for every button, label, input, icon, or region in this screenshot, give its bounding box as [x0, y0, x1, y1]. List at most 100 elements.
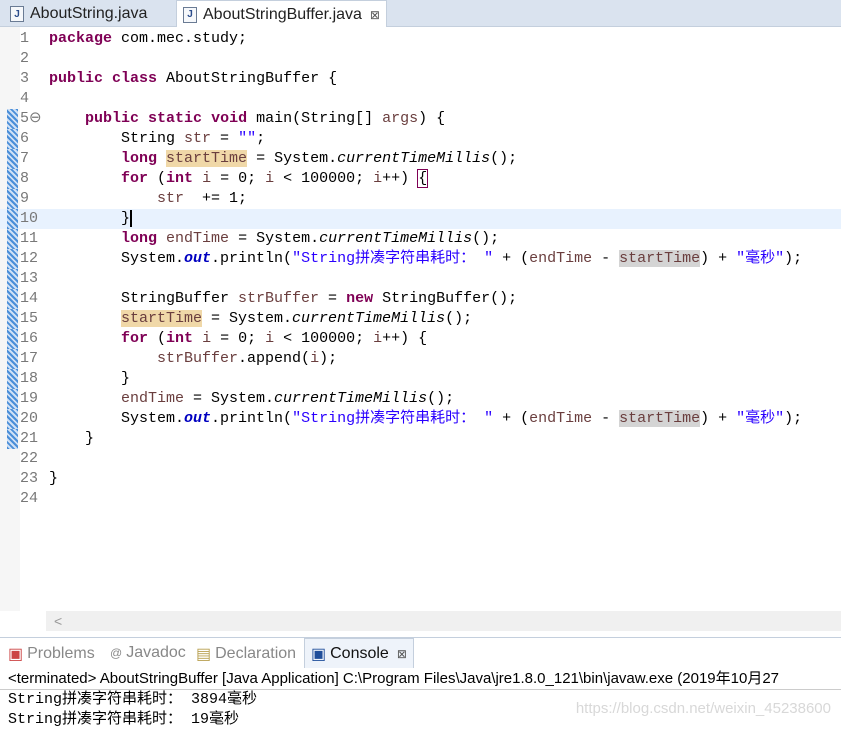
code-token: } [49, 210, 133, 227]
tab-declaration[interactable]: ▤ Declaration [196, 644, 296, 664]
code-token: i [265, 330, 275, 347]
code-token: = System. [184, 390, 275, 407]
change-marker [7, 269, 18, 289]
line-number: 21 [20, 430, 39, 447]
code-line[interactable]: 7 long startTime = System.currentTimeMil… [0, 149, 841, 169]
close-icon[interactable]: ⊠ [397, 647, 407, 661]
code-token: static [148, 110, 203, 127]
code-token: - [592, 410, 620, 427]
code-token: { [417, 169, 429, 188]
code-line[interactable]: 19 endTime = System.currentTimeMillis(); [0, 389, 841, 409]
code-line[interactable]: 2 [0, 49, 841, 69]
code-text: public class AboutStringBuffer { [49, 69, 337, 89]
code-token: ) + [700, 250, 737, 267]
code-line[interactable]: 18 } [0, 369, 841, 389]
code-token: new [346, 290, 374, 307]
tab-aboutstringbuffer[interactable]: J AboutStringBuffer.java ⊠ [176, 0, 387, 28]
line-number: 1 [20, 30, 30, 47]
code-token: for [121, 330, 149, 347]
tab-label: AboutStringBuffer.java [203, 5, 362, 23]
code-editor[interactable]: 1 package com.mec.study; 2 3 public class Ab… [0, 27, 841, 611]
code-line[interactable]: 6 String str = ""; [0, 129, 841, 149]
code-line[interactable]: 22 [0, 449, 841, 469]
code-line[interactable]: 17 strBuffer.append(i); [0, 349, 841, 369]
code-text: long startTime = System.currentTimeMilli… [49, 149, 517, 169]
code-text: for (int i = 0; i < 100000; i++) { [49, 169, 429, 189]
code-token: "毫秒" [736, 410, 785, 427]
code-line[interactable]: 10 } [0, 209, 841, 229]
code-token: long [121, 230, 158, 247]
code-token: AboutStringBuffer { [157, 70, 338, 87]
code-token: com.mec.study; [112, 30, 248, 47]
code-line[interactable]: 8 for (int i = 0; i < 100000; i++) { [0, 169, 841, 189]
code-line[interactable]: 16 for (int i = 0; i < 100000; i++) { [0, 329, 841, 349]
console-output[interactable]: <terminated> AboutStringBuffer [Java App… [0, 668, 841, 729]
code-line[interactable]: 4 [0, 89, 841, 109]
tab-label: Declaration [215, 645, 297, 662]
line-number: 7 [20, 150, 30, 167]
code-line[interactable]: 15 startTime = System.currentTimeMillis(… [0, 309, 841, 329]
code-line[interactable]: 12 System.out.println("String拼凑字符串耗时： " … [0, 249, 841, 269]
horizontal-scrollbar[interactable]: < [46, 611, 841, 631]
code-token: ; [256, 130, 266, 147]
code-token: (); [427, 390, 455, 407]
code-line[interactable]: 11 long endTime = System.currentTimeMill… [0, 229, 841, 249]
code-token: .println( [211, 410, 293, 427]
line-number: 4 [20, 90, 30, 107]
code-line[interactable]: 23} [0, 469, 841, 489]
code-token: - [592, 250, 620, 267]
code-token: package [49, 30, 113, 47]
code-token: < 100000; [274, 330, 374, 347]
code-line[interactable]: 20 System.out.println("String拼凑字符串耗时： " … [0, 409, 841, 429]
code-token: out [184, 250, 212, 267]
code-token: startTime [166, 150, 248, 167]
change-marker [7, 189, 18, 209]
code-line[interactable]: 14 StringBuffer strBuffer = new StringBu… [0, 289, 841, 309]
code-token: endTime [166, 230, 230, 247]
tab-label: Problems [27, 645, 95, 662]
tab-label: AboutString.java [30, 5, 148, 22]
line-number: 9 [20, 190, 30, 207]
code-token: = [319, 290, 347, 307]
line-number: 5⊖ [20, 110, 42, 127]
code-token: "String拼凑字符串耗时： " [292, 250, 494, 267]
code-token: startTime [619, 250, 701, 267]
code-text: strBuffer.append(i); [49, 349, 337, 369]
problems-icon: ▣ [8, 646, 24, 663]
tab-javadoc[interactable]: @ Javadoc [110, 644, 186, 662]
code-token: for [121, 170, 149, 187]
code-line[interactable]: 3 public class AboutStringBuffer { [0, 69, 841, 89]
code-token: startTime [121, 310, 203, 327]
line-number: 17 [20, 350, 39, 367]
code-token: = System. [229, 230, 320, 247]
code-token: (); [445, 310, 473, 327]
line-number: 2 [20, 50, 30, 67]
code-token: i [202, 330, 212, 347]
line-number: 11 [20, 230, 39, 247]
code-line[interactable]: 13 [0, 269, 841, 289]
code-token: ); [784, 410, 803, 427]
code-text: for (int i = 0; i < 100000; i++) { [49, 329, 427, 349]
tab-problems[interactable]: ▣ Problems [8, 644, 95, 664]
tab-console[interactable]: ▣ Console ⊠ [304, 638, 414, 669]
scroll-left-icon[interactable]: < [54, 613, 62, 629]
code-line[interactable]: 9 str += 1; [0, 189, 841, 209]
close-icon[interactable]: ⊠ [370, 8, 380, 22]
code-line[interactable]: 24 [0, 489, 841, 509]
code-line[interactable]: 1 package com.mec.study; [0, 29, 841, 49]
change-marker [7, 309, 18, 329]
code-line[interactable]: 21 } [0, 429, 841, 449]
tab-label: Javadoc [126, 644, 186, 661]
code-token: currentTimeMillis [274, 390, 428, 407]
code-token: i [373, 170, 383, 187]
line-number: 15 [20, 310, 39, 327]
code-token: .println( [211, 250, 293, 267]
code-line[interactable]: 5⊖ public static void main(String[] args… [0, 109, 841, 129]
code-token: str [157, 190, 185, 207]
line-number: 3 [20, 70, 30, 87]
code-token: = System. [247, 150, 338, 167]
code-token: out [184, 410, 212, 427]
tab-aboutstring[interactable]: J AboutString.java [4, 2, 153, 26]
